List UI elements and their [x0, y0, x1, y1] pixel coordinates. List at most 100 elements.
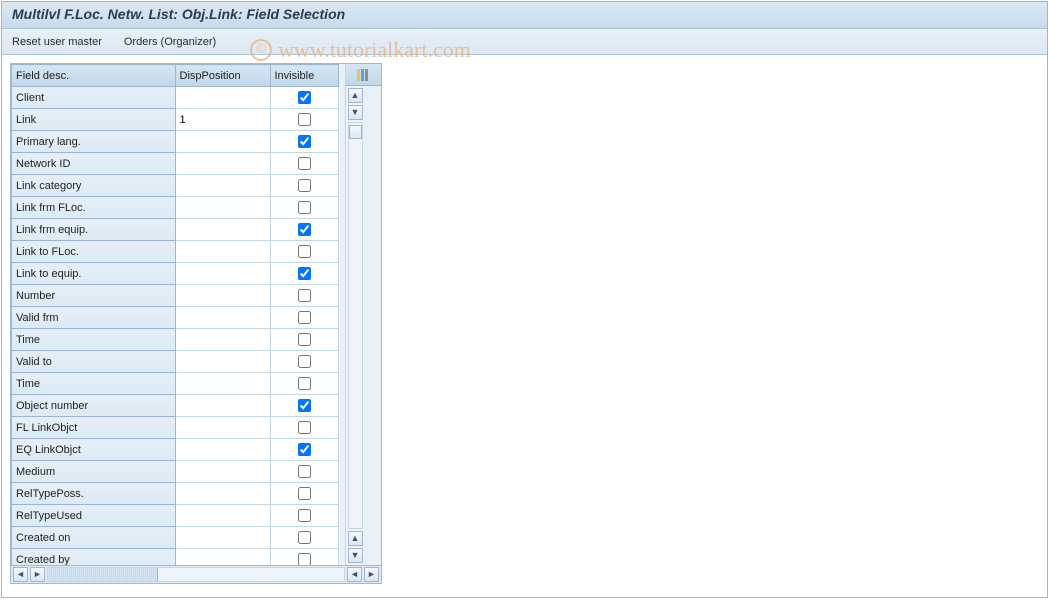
- row-label[interactable]: Link frm equip.: [12, 219, 176, 241]
- row-label[interactable]: Network ID: [12, 153, 176, 175]
- grid-table: Field desc. DispPosition Invisible Clien…: [11, 64, 339, 565]
- dispposition-input[interactable]: [176, 197, 270, 218]
- dispposition-input[interactable]: [176, 263, 270, 284]
- reset-user-master-button[interactable]: Reset user master: [10, 34, 104, 50]
- invisible-checkbox[interactable]: [298, 267, 311, 280]
- invisible-checkbox[interactable]: [298, 509, 311, 522]
- vertical-scrollbar[interactable]: ▲ ▼ ▲ ▼: [346, 86, 364, 565]
- field-selection-grid: Field desc. DispPosition Invisible Clien…: [10, 63, 382, 584]
- invisible-checkbox[interactable]: [298, 399, 311, 412]
- table-row: FL LinkObjct: [12, 417, 339, 439]
- hscroll-thumb[interactable]: [48, 568, 158, 581]
- dispposition-input[interactable]: [176, 549, 270, 565]
- row-label[interactable]: Valid frm: [12, 307, 176, 329]
- invisible-checkbox[interactable]: [298, 421, 311, 434]
- row-label[interactable]: RelTypePoss.: [12, 483, 176, 505]
- invisible-checkbox[interactable]: [298, 179, 311, 192]
- dispposition-input[interactable]: [176, 417, 270, 438]
- table-row: Valid frm: [12, 307, 339, 329]
- dispposition-input[interactable]: [176, 527, 270, 548]
- row-label[interactable]: Link frm FLoc.: [12, 197, 176, 219]
- scroll-left-arrow-icon[interactable]: ◄: [13, 567, 28, 582]
- invisible-checkbox[interactable]: [298, 487, 311, 500]
- table-row: Link frm equip.: [12, 219, 339, 241]
- row-label[interactable]: Time: [12, 373, 176, 395]
- row-label[interactable]: Object number: [12, 395, 176, 417]
- invisible-checkbox[interactable]: [298, 223, 311, 236]
- row-label[interactable]: Time: [12, 329, 176, 351]
- scroll-right-arrow-icon[interactable]: ►: [30, 567, 45, 582]
- scroll-up2-arrow-icon[interactable]: ▲: [348, 531, 363, 546]
- dispposition-input[interactable]: [176, 373, 270, 394]
- scroll-down2-arrow-icon[interactable]: ▼: [348, 548, 363, 563]
- orders-organizer-button[interactable]: Orders (Organizer): [122, 34, 218, 50]
- dispposition-input[interactable]: [176, 307, 270, 328]
- invisible-checkbox[interactable]: [298, 333, 311, 346]
- row-label[interactable]: Client: [12, 87, 176, 109]
- dispposition-input[interactable]: [176, 329, 270, 350]
- table-row: Created by: [12, 549, 339, 566]
- configure-columns-button[interactable]: [346, 64, 381, 86]
- horizontal-scrollbar[interactable]: ◄ ► ◄ ►: [11, 565, 381, 583]
- invisible-checkbox[interactable]: [298, 443, 311, 456]
- dispposition-input[interactable]: [176, 505, 270, 526]
- invisible-checkbox[interactable]: [298, 553, 311, 565]
- dispposition-input[interactable]: [176, 395, 270, 416]
- col-dispposition-header[interactable]: DispPosition: [175, 65, 270, 87]
- row-label[interactable]: EQ LinkObjct: [12, 439, 176, 461]
- invisible-checkbox[interactable]: [298, 135, 311, 148]
- row-label[interactable]: Link to FLoc.: [12, 241, 176, 263]
- table-row: RelTypePoss.: [12, 483, 339, 505]
- table-row: Primary lang.: [12, 131, 339, 153]
- vscroll-thumb[interactable]: [349, 125, 362, 139]
- vscroll-track[interactable]: [348, 122, 363, 529]
- invisible-checkbox[interactable]: [298, 245, 311, 258]
- row-label[interactable]: Link to equip.: [12, 263, 176, 285]
- row-label[interactable]: Number: [12, 285, 176, 307]
- title-bar: Multilvl F.Loc. Netw. List: Obj.Link: Fi…: [2, 2, 1047, 29]
- invisible-checkbox[interactable]: [298, 201, 311, 214]
- invisible-checkbox[interactable]: [298, 531, 311, 544]
- row-label[interactable]: FL LinkObjct: [12, 417, 176, 439]
- scroll-down-arrow-icon[interactable]: ▼: [348, 105, 363, 120]
- hscroll-track[interactable]: [47, 567, 345, 582]
- dispposition-input[interactable]: [176, 153, 270, 174]
- row-label[interactable]: Medium: [12, 461, 176, 483]
- table-row: Client: [12, 87, 339, 109]
- scroll-up-arrow-icon[interactable]: ▲: [348, 88, 363, 103]
- dispposition-input[interactable]: [176, 351, 270, 372]
- toolbar: Reset user master Orders (Organizer): [2, 29, 1047, 55]
- col-invisible-header[interactable]: Invisible: [270, 65, 339, 87]
- invisible-checkbox[interactable]: [298, 377, 311, 390]
- dispposition-input[interactable]: [176, 109, 270, 130]
- invisible-checkbox[interactable]: [298, 157, 311, 170]
- dispposition-input[interactable]: [176, 175, 270, 196]
- invisible-checkbox[interactable]: [298, 289, 311, 302]
- invisible-checkbox[interactable]: [298, 465, 311, 478]
- dispposition-input[interactable]: [176, 241, 270, 262]
- invisible-checkbox[interactable]: [298, 91, 311, 104]
- invisible-checkbox[interactable]: [298, 355, 311, 368]
- dispposition-input[interactable]: [176, 131, 270, 152]
- invisible-checkbox[interactable]: [298, 113, 311, 126]
- row-label[interactable]: Valid to: [12, 351, 176, 373]
- dispposition-input[interactable]: [176, 219, 270, 240]
- row-label[interactable]: Created on: [12, 527, 176, 549]
- dispposition-input[interactable]: [176, 439, 270, 460]
- dispposition-input[interactable]: [176, 461, 270, 482]
- row-label[interactable]: RelTypeUsed: [12, 505, 176, 527]
- col-field-desc-header[interactable]: Field desc.: [12, 65, 176, 87]
- scroll-right2-arrow-icon[interactable]: ►: [364, 567, 379, 582]
- row-label[interactable]: Created by: [12, 549, 176, 566]
- invisible-checkbox[interactable]: [298, 311, 311, 324]
- dispposition-input[interactable]: [176, 285, 270, 306]
- row-label[interactable]: Link: [12, 109, 176, 131]
- table-row: Created on: [12, 527, 339, 549]
- row-label[interactable]: Primary lang.: [12, 131, 176, 153]
- dispposition-input[interactable]: [176, 87, 270, 108]
- scroll-left2-arrow-icon[interactable]: ◄: [347, 567, 362, 582]
- columns-icon: [357, 69, 371, 81]
- table-row: Network ID: [12, 153, 339, 175]
- row-label[interactable]: Link category: [12, 175, 176, 197]
- dispposition-input[interactable]: [176, 483, 270, 504]
